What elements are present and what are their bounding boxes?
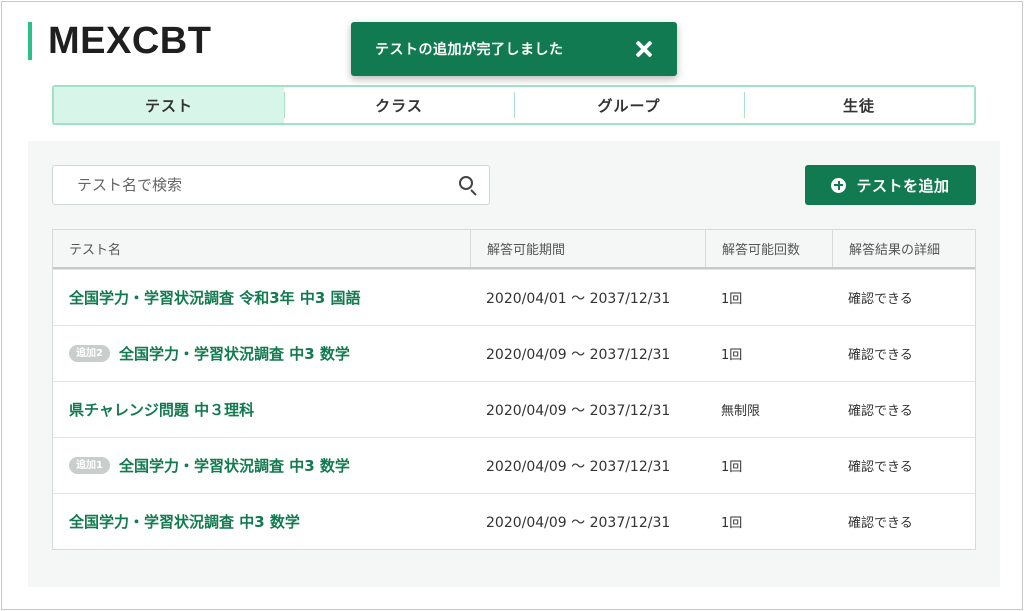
search-box: [52, 165, 490, 205]
attempts-cell: 1回: [721, 516, 743, 531]
header-result-detail: 解答結果の詳細: [832, 230, 975, 267]
table-row: 県チャレンジ問題 中３理科 2020/04/09 ～ 2037/12/31 無制…: [53, 381, 975, 437]
period-cell: 2020/04/09 ～ 2037/12/31: [486, 402, 671, 419]
main-tabs: テスト クラス グループ 生徒: [52, 85, 976, 125]
table-row: 全国学力・学習状況調査 令和3年 中3 国語 2020/04/01 ～ 2037…: [53, 269, 975, 325]
toast-message: テストの追加が完了しました: [375, 42, 564, 58]
added-badge: 追加1: [69, 457, 110, 474]
brand-logo-text: MEXCBT: [48, 20, 212, 62]
add-test-button-label: テストを追加: [856, 176, 950, 195]
table-header-row: テスト名 解答可能期間 解答可能回数 解答結果の詳細: [53, 230, 975, 269]
brand-header: MEXCBT: [28, 22, 211, 60]
header-test-name: テスト名: [69, 243, 122, 258]
attempts-cell: 1回: [721, 460, 743, 475]
header-answer-count: 解答可能回数: [705, 230, 832, 267]
period-cell: 2020/04/01 ～ 2037/12/31: [486, 290, 671, 307]
detail-cell: 確認できる: [848, 348, 913, 363]
test-name-cell: 全国学力・学習状況調査 中3 数学: [53, 494, 470, 549]
search-input[interactable]: [53, 166, 449, 204]
period-cell: 2020/04/09 ～ 2037/12/31: [486, 346, 671, 363]
test-name-link[interactable]: 全国学力・学習状況調査 中3 数学: [119, 455, 350, 476]
tab-group[interactable]: グループ: [514, 87, 744, 123]
tab-student[interactable]: 生徒: [744, 87, 974, 123]
table-row: 追加1 全国学力・学習状況調査 中3 数学 2020/04/09 ～ 2037/…: [53, 437, 975, 493]
detail-cell: 確認できる: [848, 404, 913, 419]
attempts-cell: 無制限: [721, 404, 761, 419]
test-name-cell: 全国学力・学習状況調査 令和3年 中3 国語: [53, 270, 470, 325]
content-panel: テストを追加 テスト名 解答可能期間 解答可能回数 解答結果の詳細 全国学力・学…: [28, 141, 1000, 587]
tab-class[interactable]: クラス: [284, 87, 514, 123]
attempts-cell: 1回: [721, 292, 743, 307]
period-cell: 2020/04/09 ～ 2037/12/31: [486, 514, 671, 531]
test-name-cell: 追加1 全国学力・学習状況調査 中3 数学: [53, 438, 470, 493]
test-name-link[interactable]: 全国学力・学習状況調査 中3 数学: [119, 343, 350, 364]
test-name-link[interactable]: 全国学力・学習状況調査 令和3年 中3 国語: [69, 287, 361, 308]
close-icon[interactable]: [633, 38, 655, 60]
table-row: 全国学力・学習状況調査 中3 数学 2020/04/09 ～ 2037/12/3…: [53, 493, 975, 549]
attempts-cell: 1回: [721, 348, 743, 363]
success-toast: テストの追加が完了しました: [351, 22, 677, 76]
header-answer-period: 解答可能期間: [470, 230, 705, 267]
table-row: 追加2 全国学力・学習状況調査 中3 数学 2020/04/09 ～ 2037/…: [53, 325, 975, 381]
tab-test[interactable]: テスト: [54, 87, 284, 123]
app-frame: MEXCBT テストの追加が完了しました テスト クラス グループ 生徒 テスト…: [1, 1, 1023, 610]
plus-circle-icon: [831, 177, 847, 193]
test-name-link[interactable]: 全国学力・学習状況調査 中3 数学: [69, 511, 300, 532]
test-name-cell: 追加2 全国学力・学習状況調査 中3 数学: [53, 326, 470, 381]
add-test-button[interactable]: テストを追加: [805, 165, 976, 205]
test-name-cell: 県チャレンジ問題 中３理科: [53, 382, 470, 437]
detail-cell: 確認できる: [848, 516, 913, 531]
test-table: テスト名 解答可能期間 解答可能回数 解答結果の詳細 全国学力・学習状況調査 令…: [52, 229, 976, 550]
test-name-link[interactable]: 県チャレンジ問題 中３理科: [69, 399, 254, 420]
period-cell: 2020/04/09 ～ 2037/12/31: [486, 458, 671, 475]
detail-cell: 確認できる: [848, 460, 913, 475]
search-icon[interactable]: [449, 165, 489, 205]
added-badge: 追加2: [69, 345, 110, 362]
detail-cell: 確認できる: [848, 292, 913, 307]
brand-accent-bar: [28, 22, 32, 60]
